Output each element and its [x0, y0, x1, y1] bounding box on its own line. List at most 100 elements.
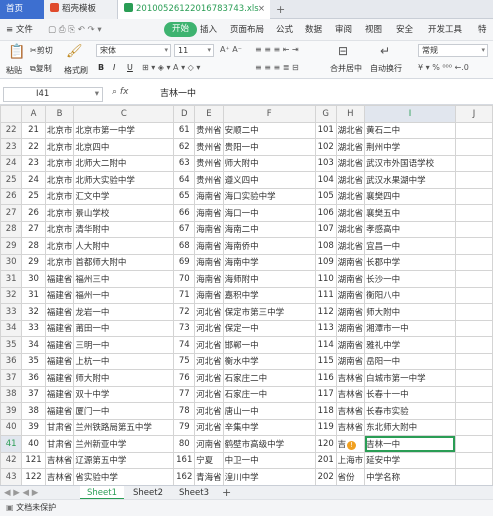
cell[interactable]	[454, 303, 493, 321]
cell[interactable]: 北京市	[44, 121, 75, 139]
row-header[interactable]: 26	[0, 187, 23, 205]
cell[interactable]: 67	[173, 220, 196, 238]
cell[interactable]: 师大附中	[222, 154, 316, 172]
row-header[interactable]: 41	[0, 435, 23, 453]
cell[interactable]: 湖南省	[335, 270, 366, 288]
font-size-adjust-icons[interactable]: A⁺ A⁻	[220, 45, 242, 54]
cell[interactable]	[454, 286, 493, 304]
cell[interactable]: 70	[173, 270, 196, 288]
cell[interactable]: 上杭一中	[73, 352, 175, 370]
cell[interactable]: 甘肃省	[44, 435, 75, 453]
cell[interactable]: 武汉市外国语学校	[364, 154, 456, 172]
cell[interactable]: 长郡中学	[364, 253, 456, 271]
cell[interactable]: 北京市	[44, 171, 75, 189]
format-painter-button[interactable]: 格式刷	[64, 65, 88, 76]
cell[interactable]: 河北省	[194, 402, 224, 420]
cell[interactable]	[454, 385, 493, 403]
cell[interactable]: 湖北省	[335, 237, 366, 255]
row-header[interactable]: 42	[0, 451, 23, 469]
cell[interactable]: 唐山一中	[222, 402, 316, 420]
cell[interactable]: 厦门一中	[73, 402, 175, 420]
row-header[interactable]: 31	[0, 270, 23, 288]
close-tab-icon[interactable]: ×	[258, 0, 265, 19]
cell[interactable]: 襄樊四中	[364, 187, 456, 205]
tab-templates[interactable]: 稻壳模板	[44, 0, 118, 19]
cell[interactable]: 北京市	[44, 187, 75, 205]
cell[interactable]: 112	[314, 303, 337, 321]
row-header[interactable]: 35	[0, 336, 23, 354]
cell[interactable]: 103	[314, 154, 337, 172]
column-header[interactable]: B	[44, 105, 75, 123]
cell[interactable]: 河北省	[194, 385, 224, 403]
cell[interactable]: 69	[173, 253, 196, 271]
cell[interactable]: 长春十一中	[364, 385, 456, 403]
cell[interactable]: 34	[21, 336, 46, 354]
cell[interactable]: 39	[21, 418, 46, 436]
row-header[interactable]: 30	[0, 253, 23, 271]
cell[interactable]	[454, 468, 493, 485]
cell[interactable]: 鹤壁市高级中学	[222, 435, 316, 453]
cell[interactable]	[454, 121, 493, 139]
cell[interactable]	[454, 171, 493, 189]
merge-center-button[interactable]: 合并居中	[330, 63, 362, 74]
paste-icon[interactable]: 📋	[8, 44, 25, 60]
cell[interactable]: 78	[173, 402, 196, 420]
cell[interactable]: 122	[21, 468, 46, 485]
cell[interactable]: 30	[21, 270, 46, 288]
cell[interactable]: 66	[173, 204, 196, 222]
cell[interactable]	[454, 154, 493, 172]
column-header[interactable]: F	[222, 105, 316, 123]
cell[interactable]: 海南省	[194, 220, 224, 238]
border-fill-icons[interactable]: ⊞ ▾ ◈ ▾ A ▾ ◇ ▾	[142, 63, 200, 72]
cell[interactable]: 甘肃省	[44, 418, 75, 436]
tab-review[interactable]: 审阅	[335, 19, 352, 41]
select-all-corner[interactable]	[0, 105, 23, 123]
file-menu[interactable]: ≡ 文件	[6, 19, 33, 41]
cell[interactable]: 岳阳一中	[364, 352, 456, 370]
cell[interactable]: 石家庄二中	[222, 369, 316, 387]
row-header[interactable]: 29	[0, 237, 23, 255]
cell[interactable]: 202	[314, 468, 337, 485]
cell[interactable]: 湖南省	[335, 286, 366, 304]
cell[interactable]: 辽源第五中学	[73, 451, 175, 469]
cell[interactable]: 吉林省	[335, 369, 366, 387]
cell[interactable]	[454, 418, 493, 436]
cell[interactable]: 贵州省	[194, 171, 224, 189]
cell[interactable]: 河南省	[194, 435, 224, 453]
cell[interactable]: 65	[173, 187, 196, 205]
cell[interactable]: 延安中学	[364, 451, 456, 469]
cell[interactable]: 36	[21, 369, 46, 387]
cell[interactable]: 宁夏	[194, 451, 224, 469]
cell[interactable]: 湖南省	[335, 253, 366, 271]
cell[interactable]: 河北省	[194, 319, 224, 337]
cell[interactable]: 石家庄一中	[222, 385, 316, 403]
cell[interactable]: 师大附中	[364, 303, 456, 321]
cell[interactable]: 贵州省	[194, 121, 224, 139]
cell[interactable]: 201	[314, 451, 337, 469]
cell[interactable]: 海南二中	[222, 220, 316, 238]
cell[interactable]	[454, 402, 493, 420]
cell[interactable]: 海南侨中	[222, 237, 316, 255]
cell[interactable]: 长春市实验	[364, 402, 456, 420]
cell[interactable]: 北京市	[44, 253, 75, 271]
cell[interactable]	[454, 270, 493, 288]
cell[interactable]: 中卫一中	[222, 451, 316, 469]
cell[interactable]: 福建省	[44, 352, 75, 370]
cell[interactable]: 海南中学	[222, 253, 316, 271]
column-header[interactable]: C	[73, 105, 175, 123]
row-header[interactable]: 34	[0, 319, 23, 337]
cell[interactable]: 21	[21, 121, 46, 139]
cell[interactable]: 师大附中	[73, 369, 175, 387]
cell[interactable]: 东北师大附中	[364, 418, 456, 436]
cell[interactable]: 湖南省	[335, 336, 366, 354]
sheet-tab-2[interactable]: Sheet2	[126, 486, 170, 500]
cell[interactable]: 113	[314, 319, 337, 337]
cell[interactable]: 海口一中	[222, 204, 316, 222]
cell[interactable]: 117	[314, 385, 337, 403]
cell[interactable]: 北京市	[44, 204, 75, 222]
cell[interactable]: 遵义四中	[222, 171, 316, 189]
cell[interactable]	[454, 451, 493, 469]
cell[interactable]: 兰州铁路局第五中学	[73, 418, 175, 436]
cell[interactable]: 河北省	[194, 352, 224, 370]
tab-special[interactable]: 特	[478, 19, 487, 41]
